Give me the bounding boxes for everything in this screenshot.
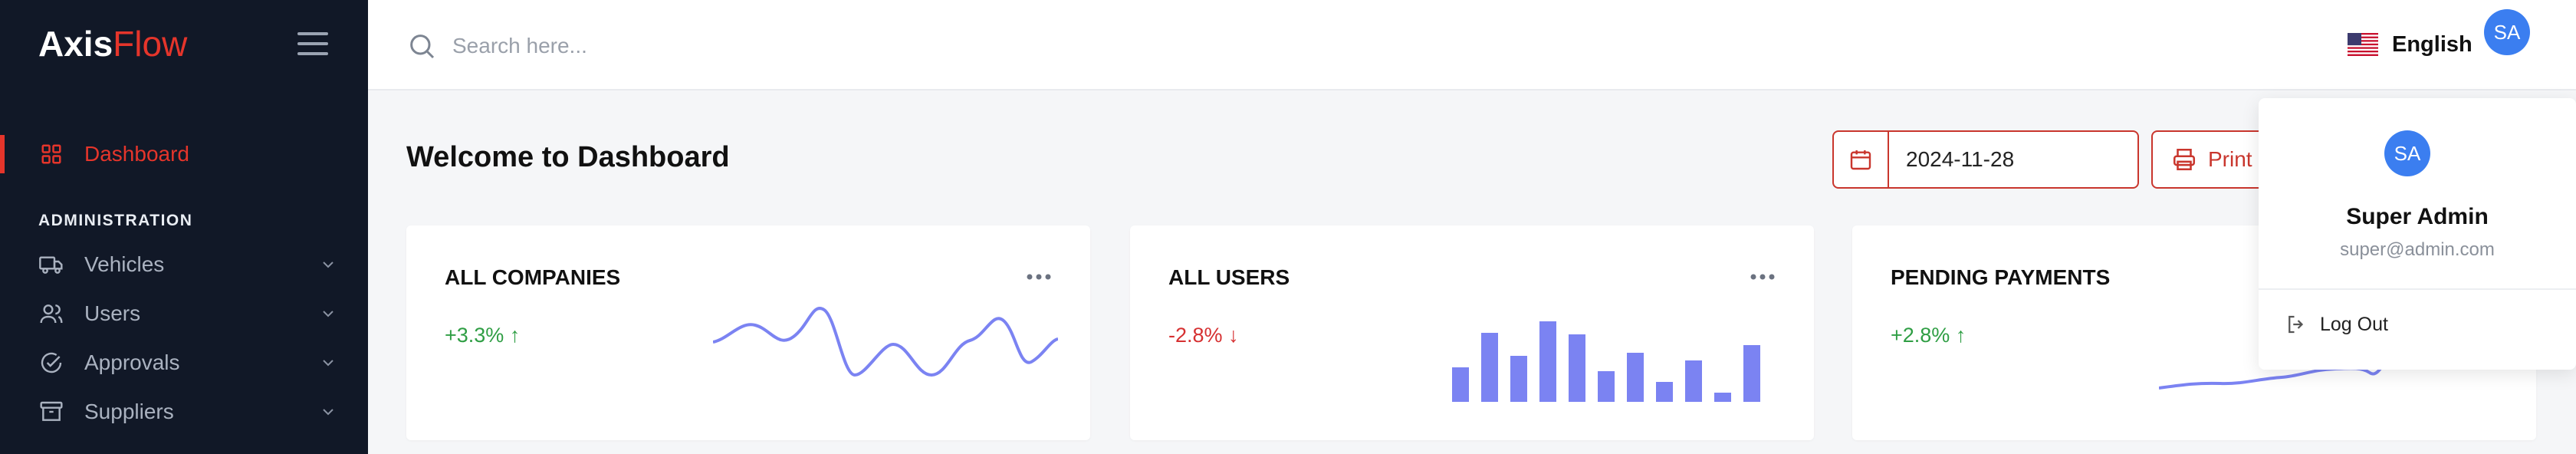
language-label: English	[2392, 31, 2472, 57]
sidebar-item-label: Vehicles	[84, 252, 165, 276]
change-indicator: +3.3% ↑	[445, 324, 520, 347]
chart-bar	[1656, 382, 1673, 402]
bar-chart	[1452, 321, 1760, 402]
chevron-down-icon	[323, 311, 334, 317]
user-avatar-button[interactable]: SA	[2484, 9, 2530, 55]
logout-label: Log Out	[2320, 313, 2388, 335]
more-options-icon[interactable]	[1026, 273, 1052, 281]
chart-bar	[1714, 393, 1731, 402]
search-input[interactable]	[452, 28, 989, 64]
truck-icon	[38, 252, 64, 278]
stat-card-companies: ALL COMPANIES +3.3% ↑	[406, 225, 1090, 440]
archive-icon	[38, 399, 64, 425]
chart-bar	[1569, 334, 1585, 402]
divider	[2259, 288, 2576, 290]
chart-bar	[1598, 371, 1615, 402]
us-flag-icon	[2348, 33, 2378, 56]
user-menu-dropdown: SA Super Admin super@admin.com Log Out	[2259, 98, 2576, 370]
sidebar: AxisFlow Dashboard ADMINISTRATION Vehicl…	[0, 0, 368, 454]
logout-button[interactable]: Log Out	[2285, 305, 2388, 344]
date-value[interactable]: 2024-11-28	[1889, 147, 2014, 172]
arrow-up-icon: ↑	[509, 324, 521, 347]
chevron-down-icon	[323, 409, 334, 416]
chart-bar	[1685, 360, 1702, 402]
user-menu-avatar: SA	[2384, 130, 2430, 176]
sidebar-item-users[interactable]: Users	[38, 294, 337, 333]
chart-bar	[1452, 367, 1469, 402]
sparkline-path	[713, 307, 1058, 377]
chart-bar	[1481, 333, 1498, 402]
top-header: English SA	[368, 0, 2576, 90]
user-name: Super Admin	[2346, 204, 2489, 229]
page-title: Welcome to Dashboard	[406, 141, 730, 173]
change-value: +3.3%	[445, 324, 504, 347]
print-button-label: Print	[2208, 147, 2252, 171]
sidebar-item-label: Dashboard	[84, 142, 189, 166]
logout-icon	[2288, 315, 2304, 334]
card-title: ALL COMPANIES	[445, 265, 621, 289]
sidebar-item-label: Approvals	[84, 350, 180, 374]
more-options-icon[interactable]	[1750, 273, 1776, 281]
chart-bar	[1510, 356, 1527, 402]
chevron-down-icon	[323, 360, 334, 367]
menu-toggle-icon[interactable]	[297, 32, 328, 57]
language-selector[interactable]: English	[2348, 28, 2472, 61]
brand-logo[interactable]: AxisFlow	[38, 23, 187, 64]
sidebar-item-approvals[interactable]: Approvals	[38, 344, 337, 382]
sidebar-section-title: ADMINISTRATION	[38, 212, 193, 229]
date-picker[interactable]: 2024-11-28	[1832, 130, 2139, 189]
change-indicator: +2.8% ↑	[1891, 324, 1966, 347]
user-email: super@admin.com	[2340, 239, 2495, 260]
sidebar-item-label: Suppliers	[84, 400, 174, 423]
printer-icon	[2173, 148, 2196, 171]
chevron-down-icon	[323, 262, 334, 268]
stat-card-users: ALL USERS -2.8% ↓	[1130, 225, 1814, 440]
grid-icon	[38, 141, 64, 167]
users-icon	[38, 301, 64, 327]
change-value: -2.8%	[1168, 324, 1223, 347]
card-title: PENDING PAYMENTS	[1891, 265, 2111, 289]
arrow-down-icon: ↓	[1228, 324, 1239, 347]
sidebar-item-label: Users	[84, 301, 141, 325]
calendar-icon[interactable]	[1834, 132, 1889, 187]
change-value: +2.8%	[1891, 324, 1950, 347]
sidebar-item-suppliers[interactable]: Suppliers	[38, 393, 337, 431]
sidebar-item-vehicles[interactable]: Vehicles	[38, 245, 337, 284]
sidebar-item-dashboard[interactable]: Dashboard	[38, 135, 337, 173]
arrow-up-icon: ↑	[1955, 324, 1967, 347]
chart-bar	[1539, 321, 1556, 402]
chart-bar	[1627, 353, 1644, 402]
chart-bar	[1743, 345, 1760, 402]
card-title: ALL USERS	[1168, 265, 1290, 289]
change-indicator: -2.8% ↓	[1168, 324, 1239, 347]
check-circle-icon	[38, 350, 64, 376]
search-icon	[410, 35, 435, 59]
sparkline-chart	[713, 307, 1058, 377]
